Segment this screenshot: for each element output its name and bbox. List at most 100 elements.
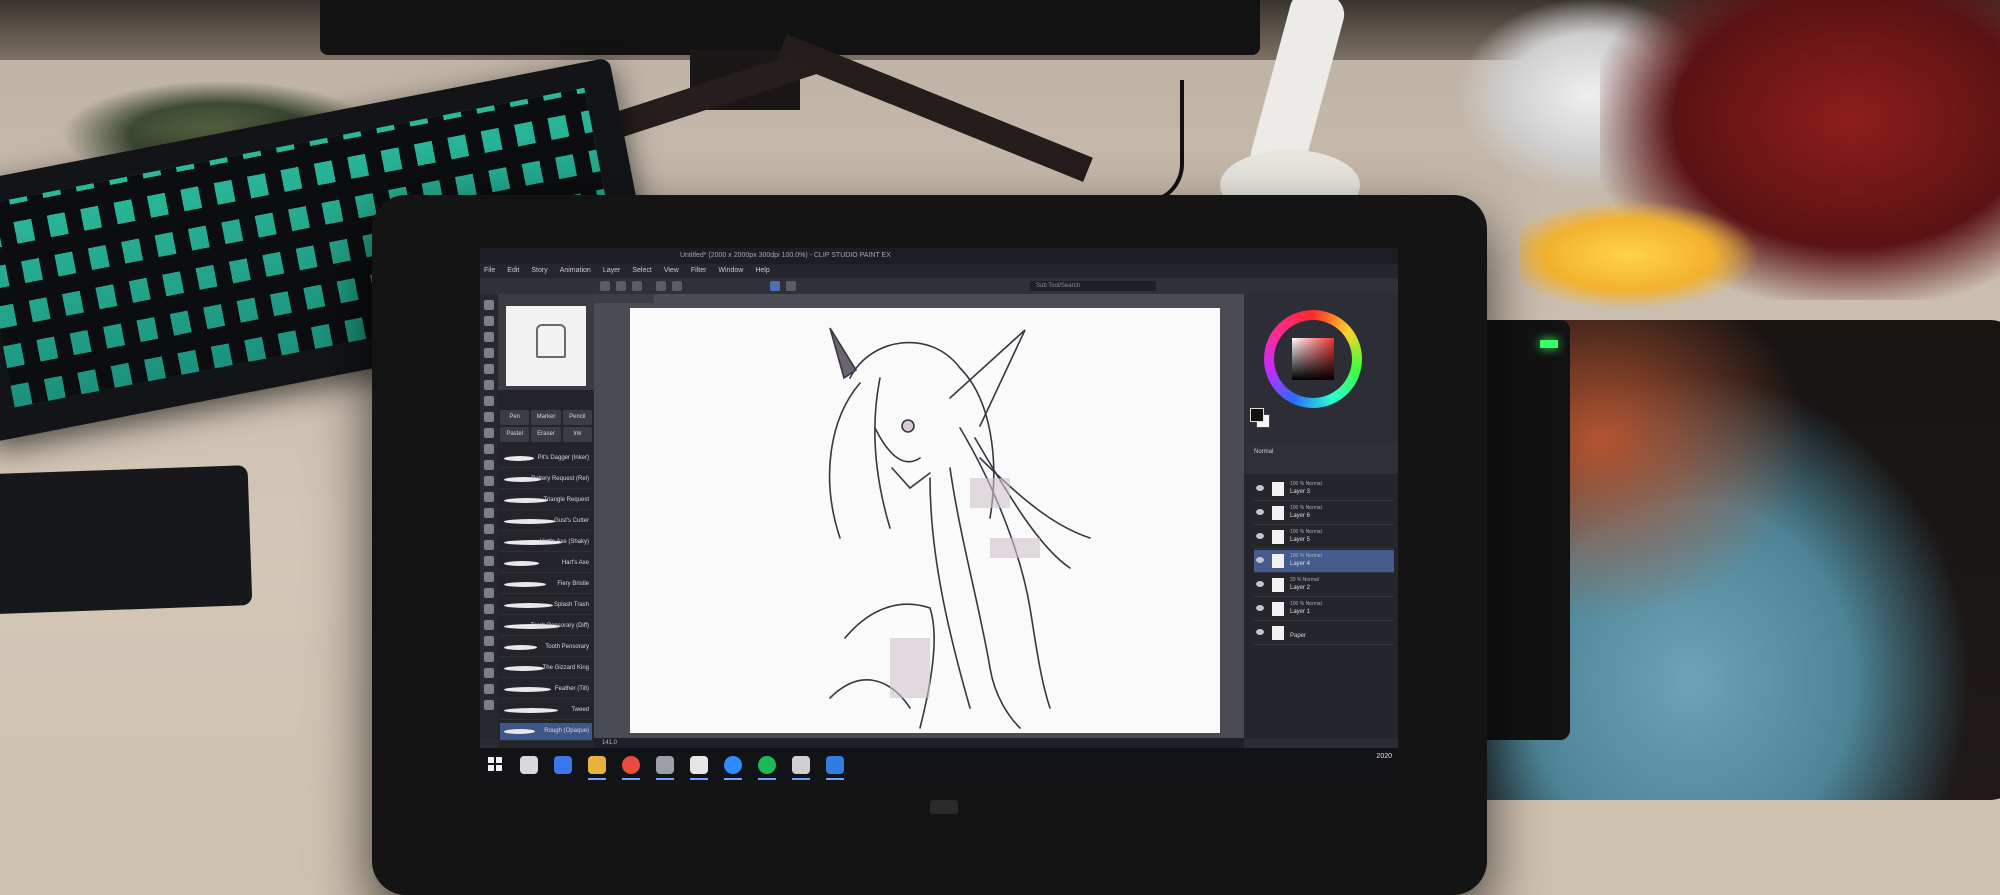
subtool-tab-eraser[interactable]: Eraser <box>531 427 561 442</box>
tool-icon[interactable] <box>484 700 494 710</box>
brush-item[interactable]: Pit's Dagger (Inker) <box>500 450 592 468</box>
tool-icon[interactable] <box>484 300 494 310</box>
hue-ring[interactable] <box>1264 310 1362 408</box>
tool-icon[interactable] <box>484 444 494 454</box>
new-icon[interactable] <box>600 281 610 291</box>
settings-icon[interactable] <box>792 756 810 774</box>
blend-mode-select[interactable]: Normal <box>1254 448 1273 456</box>
menu-item-filter[interactable]: Filter <box>691 265 707 277</box>
menu-item-help[interactable]: Help <box>755 265 769 277</box>
brush-item[interactable]: Splash Trash <box>500 597 592 615</box>
visibility-eye-icon[interactable] <box>1256 581 1264 587</box>
tool-icon[interactable] <box>484 396 494 406</box>
tool-icon[interactable] <box>484 620 494 630</box>
menu-item-select[interactable]: Select <box>632 265 651 277</box>
zoom-level[interactable]: 141.0 <box>602 738 617 748</box>
pen-mode-icon[interactable] <box>770 281 780 291</box>
tool-icon[interactable] <box>484 332 494 342</box>
menu-item-edit[interactable]: Edit <box>507 265 519 277</box>
tool-icon[interactable] <box>484 364 494 374</box>
canvas-tab[interactable] <box>594 294 654 303</box>
subtool-tab-ink[interactable]: Ink <box>562 427 592 442</box>
tool-icon[interactable] <box>484 476 494 486</box>
brush-item[interactable]: Feather (Tilt) <box>500 681 592 699</box>
tool-icon[interactable] <box>484 652 494 662</box>
redo-icon[interactable] <box>672 281 682 291</box>
layer-row[interactable]: 100 % Normal Layer 4 <box>1254 550 1394 573</box>
menu-item-file[interactable]: File <box>484 265 495 277</box>
navigator-preview[interactable] <box>506 306 586 386</box>
brush-item[interactable]: Triangle Request <box>500 492 592 510</box>
tool-icon[interactable] <box>484 524 494 534</box>
layer-row[interactable]: 20 % Normal Layer 2 <box>1254 574 1394 597</box>
tool-icon[interactable] <box>484 604 494 614</box>
subtool-tab-pastel[interactable]: Pastel <box>500 427 530 442</box>
chrome-icon[interactable] <box>622 756 640 774</box>
drawing-canvas[interactable] <box>630 308 1220 733</box>
brush-stroke-preview <box>503 561 540 566</box>
menu-item-window[interactable]: Window <box>718 265 743 277</box>
taskbar-clock[interactable]: 2020 <box>1338 752 1392 762</box>
tool-icon[interactable] <box>484 556 494 566</box>
subtool-tab-pencil[interactable]: Pencil <box>562 410 592 425</box>
tool-icon[interactable] <box>484 572 494 582</box>
brush-item[interactable]: Fiery Bristle <box>500 576 592 594</box>
open-icon[interactable] <box>616 281 626 291</box>
main-color-swatch[interactable] <box>1250 408 1264 422</box>
tool-icon[interactable] <box>484 348 494 358</box>
menu-item-story[interactable]: Story <box>531 265 547 277</box>
layer-row[interactable]: 100 % Normal Layer 1 <box>1254 598 1394 621</box>
subtool-search[interactable]: Sub Tool/Search <box>1030 281 1156 291</box>
brush-item[interactable]: Tweed <box>500 702 592 720</box>
menu-item-animation[interactable]: Animation <box>560 265 591 277</box>
menu-item-layer[interactable]: Layer <box>603 265 621 277</box>
windows-start-icon[interactable] <box>488 757 502 771</box>
app-icon[interactable] <box>690 756 708 774</box>
save-icon[interactable] <box>632 281 642 291</box>
brush-item[interactable]: Hart's Axe <box>500 555 592 573</box>
tool-icon[interactable] <box>484 508 494 518</box>
tool-icon[interactable] <box>484 412 494 422</box>
subtool-tab-pen[interactable]: Pen <box>500 410 530 425</box>
visibility-eye-icon[interactable] <box>1256 533 1264 539</box>
layer-row[interactable]: 100 % Normal Layer 5 <box>1254 526 1394 549</box>
edge-icon[interactable] <box>826 756 844 774</box>
undo-icon[interactable] <box>656 281 666 291</box>
tool-icon[interactable] <box>484 684 494 694</box>
spotify-icon[interactable] <box>758 756 776 774</box>
brush-item[interactable]: Tooth Pensorary <box>500 639 592 657</box>
tool-icon[interactable] <box>484 460 494 470</box>
brush-item[interactable]: Hart's Axe (Shaky) <box>500 534 592 552</box>
visibility-eye-icon[interactable] <box>1256 629 1264 635</box>
zoom-icon[interactable] <box>724 756 742 774</box>
visibility-eye-icon[interactable] <box>1256 509 1264 515</box>
layer-row[interactable]: 100 % Normal Layer 3 <box>1254 478 1394 501</box>
tool-icon[interactable] <box>484 380 494 390</box>
brush-item[interactable]: The Gizzard King <box>500 660 592 678</box>
subtool-tab-marker[interactable]: Marker <box>531 410 561 425</box>
brush-item[interactable]: Rough (Opaque) <box>500 723 592 741</box>
tool-icon[interactable] <box>484 636 494 646</box>
brush-item[interactable]: Gust's Cutter <box>500 513 592 531</box>
tool-icon[interactable] <box>484 492 494 502</box>
menu-item-view[interactable]: View <box>664 265 679 277</box>
visibility-eye-icon[interactable] <box>1256 557 1264 563</box>
saturation-value-square[interactable] <box>1292 338 1334 380</box>
brush-item[interactable]: Torch Pensorary (Diff) <box>500 618 592 636</box>
visibility-eye-icon[interactable] <box>1256 485 1264 491</box>
folder-icon[interactable] <box>588 756 606 774</box>
search-icon[interactable] <box>520 756 538 774</box>
snap-icon[interactable] <box>786 281 796 291</box>
layer-row[interactable]: Paper <box>1254 622 1394 645</box>
visibility-eye-icon[interactable] <box>1256 605 1264 611</box>
tool-icon[interactable] <box>484 588 494 598</box>
photo-scene: Untitled* (2000 x 2000px 300dpi 100.0%) … <box>0 0 2000 895</box>
clip-studio-icon[interactable] <box>656 756 674 774</box>
layer-row[interactable]: 100 % Normal Layer 6 <box>1254 502 1394 525</box>
tool-icon[interactable] <box>484 316 494 326</box>
tool-icon[interactable] <box>484 428 494 438</box>
tool-icon[interactable] <box>484 668 494 678</box>
brush-item[interactable]: Pottery Request (Rel) <box>500 471 592 489</box>
file-explorer-icon[interactable] <box>554 756 572 774</box>
tool-icon[interactable] <box>484 540 494 550</box>
